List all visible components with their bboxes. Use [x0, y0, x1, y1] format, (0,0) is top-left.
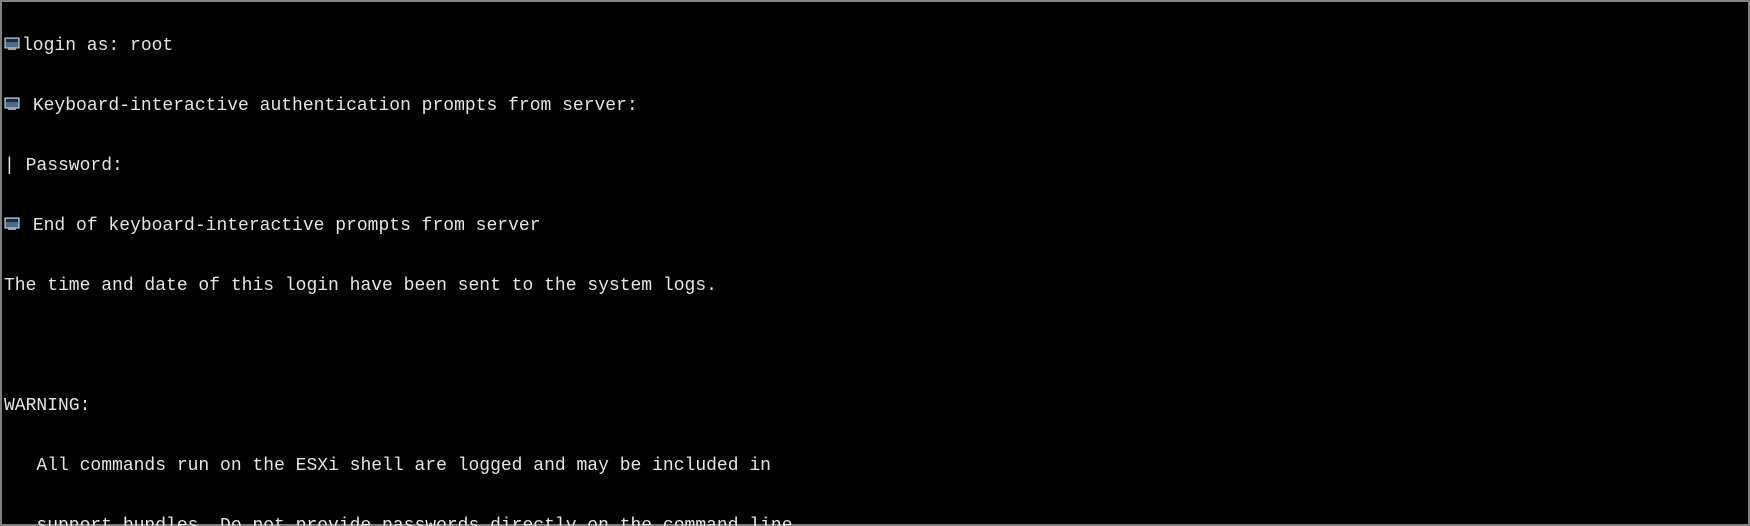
line-login-as: login as: root	[4, 36, 1746, 56]
line-time-date: The time and date of this login have bee…	[4, 276, 1746, 296]
auth-prompts-text: Keyboard-interactive authentication prom…	[33, 96, 638, 116]
line-blank-1	[4, 336, 1746, 356]
terminal-icon	[4, 36, 20, 52]
login-as-text: login as: root	[22, 36, 173, 56]
line-warning-1: All commands run on the ESXi shell are l…	[4, 456, 1746, 476]
line-end-prompts: End of keyboard-interactive prompts from…	[4, 216, 1746, 236]
line-warning-2: support bundles. Do not provide password…	[4, 516, 1746, 526]
line-auth-prompts: Keyboard-interactive authentication prom…	[4, 96, 1746, 116]
password-prompt-text: | Password:	[4, 156, 123, 176]
terminal-icon	[4, 96, 20, 112]
line-password: | Password:	[4, 156, 1746, 176]
terminal-window[interactable]: login as: root Keyboard-interactive auth…	[0, 0, 1750, 526]
line-warning-label: WARNING:	[4, 396, 1746, 416]
terminal-icon	[4, 216, 20, 232]
end-prompts-text: End of keyboard-interactive prompts from…	[33, 216, 541, 236]
terminal-output[interactable]: login as: root Keyboard-interactive auth…	[4, 0, 1746, 522]
